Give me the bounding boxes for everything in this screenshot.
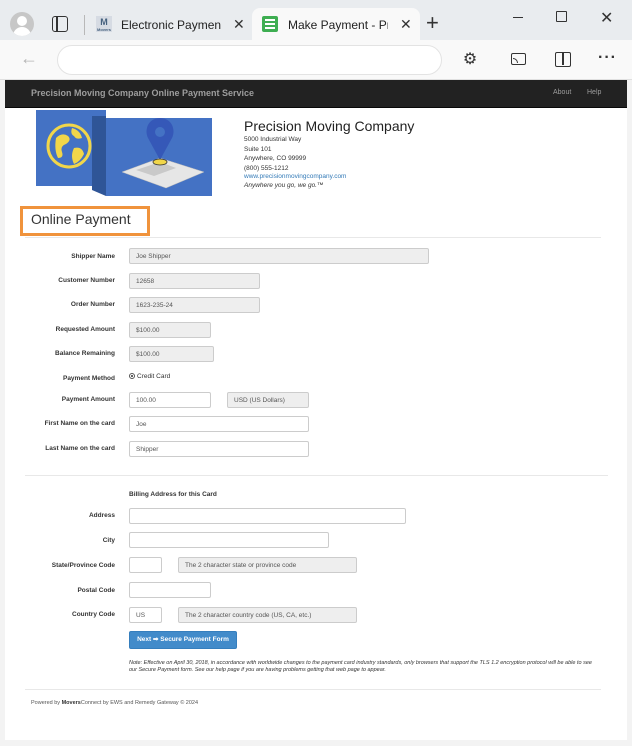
company-tagline: Anywhere you go, we go.™ xyxy=(244,182,324,189)
tls-note: Note: Effective on April 30, 2018, in ac… xyxy=(129,660,592,673)
tab-separator xyxy=(84,15,85,35)
divider xyxy=(25,689,601,690)
cast-icon[interactable] xyxy=(511,53,526,65)
url-input[interactable] xyxy=(57,45,442,75)
tab-title: Electronic Payment xyxy=(121,18,221,32)
more-icon[interactable]: ··· xyxy=(598,49,617,67)
extensions-icon[interactable]: ⚙ xyxy=(461,51,479,69)
postal-code-field[interactable] xyxy=(129,582,211,598)
state-hint: The 2 character state or province code xyxy=(178,557,357,573)
payment-amount-field[interactable]: 100.00 xyxy=(129,392,211,408)
shipper-name-label: Shipper Name xyxy=(71,253,115,260)
company-address-2: Suite 101 xyxy=(244,145,272,153)
requested-amount-field[interactable]: $100.00 xyxy=(129,322,211,338)
shipper-name-field[interactable]: Joe Shipper xyxy=(129,248,429,264)
company-info: Precision Moving Company 5000 Industrial… xyxy=(244,118,414,189)
close-tab-icon[interactable]: ✕ xyxy=(233,17,245,31)
tab-actions-icon[interactable] xyxy=(52,16,68,32)
first-name-field[interactable]: Joe xyxy=(129,416,309,432)
state-label: State/Province Code xyxy=(51,562,115,569)
site-navbar: Precision Moving Company Online Payment … xyxy=(5,80,627,108)
tab-make-payment[interactable]: Make Payment - Pr ✕ xyxy=(252,8,420,40)
split-screen-icon[interactable] xyxy=(555,52,571,67)
order-number-field[interactable]: 1623-235-24 xyxy=(129,297,260,313)
credit-card-option-label: Credit Card xyxy=(137,373,171,380)
company-city: Anywhere, CO 99999 xyxy=(244,155,307,162)
nav-link-about[interactable]: About xyxy=(553,89,571,96)
footer-brand: Movers xyxy=(61,700,81,706)
company-website-link[interactable]: www.precisionmovingcompany.com xyxy=(244,173,414,180)
last-name-field[interactable]: Shipper xyxy=(129,441,309,457)
browser-tab-bar: M Movers Electronic Payment ✕ Make Paymen… xyxy=(0,0,632,40)
city-field[interactable] xyxy=(129,532,329,548)
tab-title: Make Payment - Pr xyxy=(288,18,388,32)
city-label: City xyxy=(102,537,115,544)
navbar-brand[interactable]: Precision Moving Company Online Payment … xyxy=(31,88,254,98)
footer-prefix: Powered by xyxy=(31,700,62,706)
close-window-icon[interactable]: ✕ xyxy=(600,8,613,28)
company-phone: (800) 555-1212 xyxy=(244,164,289,172)
maximize-icon[interactable] xyxy=(556,11,567,22)
order-number-label: Order Number xyxy=(70,301,115,308)
web-page: Precision Moving Company Online Payment … xyxy=(5,80,627,740)
requested-amount-label: Requested Amount xyxy=(55,326,115,333)
country-code-label: Country Code xyxy=(72,611,115,618)
customer-number-field[interactable]: 12658 xyxy=(129,273,260,289)
footer-suffix: Connect by EWS and Remedy Gateway © 2024 xyxy=(80,700,199,706)
payment-amount-label: Payment Amount xyxy=(61,396,115,403)
credit-card-radio[interactable]: Credit Card xyxy=(129,373,170,380)
balance-remaining-label: Balance Remaining xyxy=(55,350,115,357)
minimize-icon[interactable] xyxy=(513,17,523,18)
close-tab-icon[interactable]: ✕ xyxy=(400,17,412,31)
footer: Powered by MoversConnect by EWS and Reme… xyxy=(31,700,198,706)
postal-code-label: Postal Code xyxy=(77,587,115,594)
first-name-label: First Name on the card xyxy=(44,420,115,427)
address-field[interactable] xyxy=(129,508,406,524)
country-code-field[interactable]: US xyxy=(129,607,162,623)
state-field[interactable] xyxy=(129,557,162,573)
back-arrow-icon[interactable]: ← xyxy=(20,48,38,69)
balance-remaining-field[interactable]: $100.00 xyxy=(129,346,214,362)
country-code-hint: The 2 character country code (US, CA, et… xyxy=(178,607,357,623)
movers-favicon-icon: M Movers xyxy=(96,16,112,32)
address-bar-row: ← ⚙ ··· xyxy=(0,40,632,80)
address-label: Address xyxy=(88,512,115,519)
page-title: Online Payment xyxy=(31,211,131,227)
company-logo xyxy=(36,110,212,196)
tab-electronic-payment[interactable]: M Movers Electronic Payment ✕ xyxy=(88,8,248,40)
company-name: Precision Moving Company xyxy=(244,118,415,134)
next-secure-payment-button[interactable]: Next ➡ Secure Payment Form xyxy=(129,631,237,649)
billing-heading: Billing Address for this Card xyxy=(129,491,217,498)
company-address-1: 5000 Industrial Way xyxy=(244,136,302,143)
customer-number-label: Customer Number xyxy=(58,277,115,284)
new-tab-button[interactable]: + xyxy=(426,12,439,34)
profile-avatar[interactable] xyxy=(10,12,34,36)
radio-selected-icon xyxy=(129,373,135,379)
app-favicon-icon xyxy=(262,16,278,32)
payment-method-label: Payment Method xyxy=(62,375,115,382)
divider xyxy=(25,475,608,476)
nav-link-help[interactable]: Help xyxy=(587,89,601,96)
divider xyxy=(25,237,601,238)
last-name-label: Last Name on the card xyxy=(45,445,115,452)
currency-field: USD (US Dollars) xyxy=(227,392,309,408)
